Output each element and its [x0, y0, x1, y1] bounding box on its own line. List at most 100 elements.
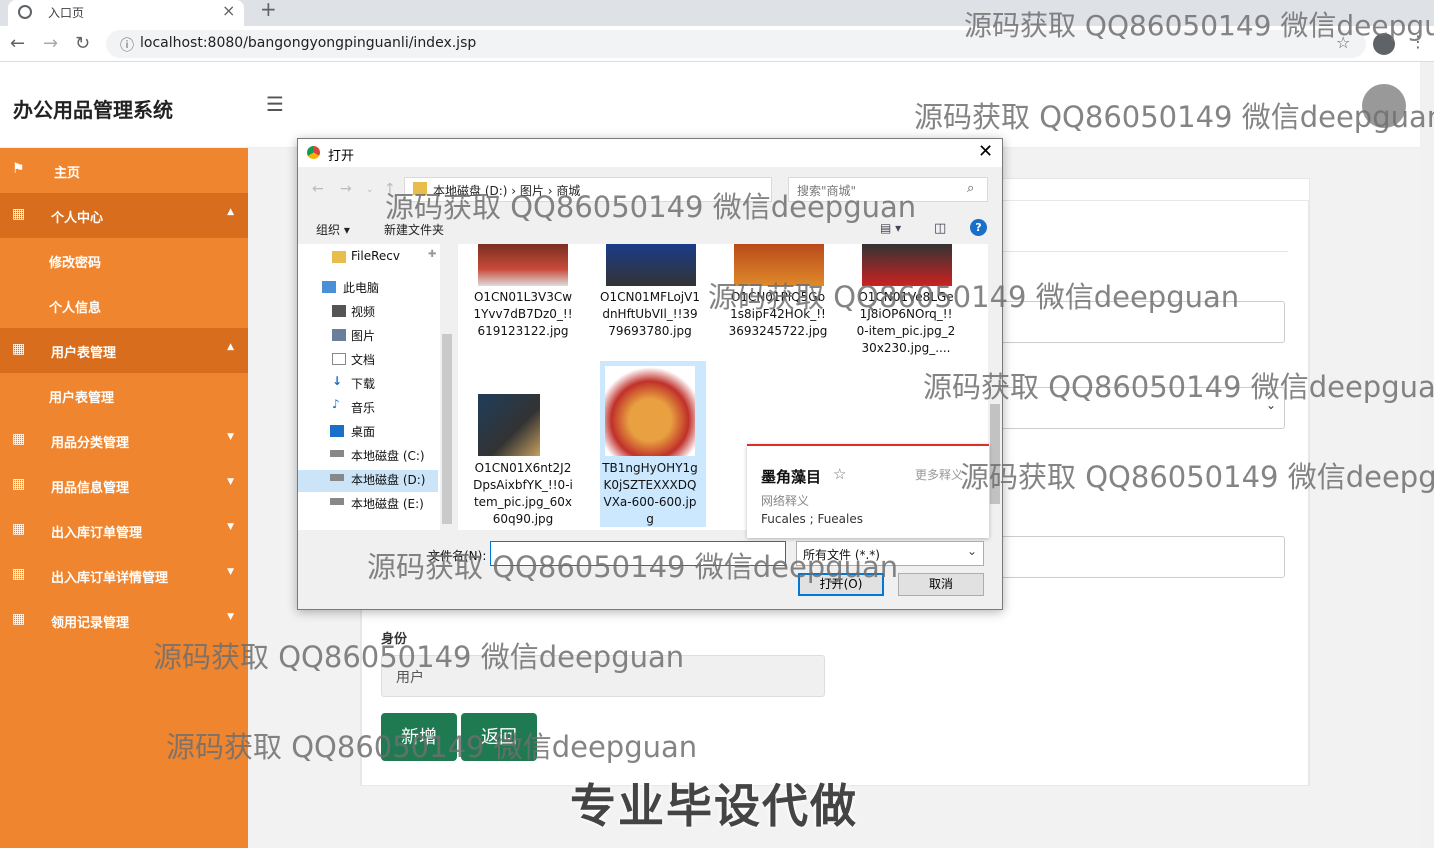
- watermark: 源码获取 QQ86050149 微信deepguan: [166, 730, 698, 764]
- navigation-pane: FileRecv ✚ 此电脑 视频 图片 文档 ↓ 下载 ♪ 音乐 桌面 本地磁…: [298, 244, 454, 530]
- sidebar-subitem-users[interactable]: 用户表管理: [49, 387, 114, 406]
- popup-word: 墨角藻目: [761, 468, 822, 486]
- divider: [982, 251, 1288, 252]
- computer-icon: [322, 281, 336, 293]
- close-icon[interactable]: ×: [222, 1, 235, 20]
- sidebar-item-goods[interactable]: ▦ 用品信息管理 ▼: [0, 463, 248, 508]
- pin-icon: ✚: [428, 249, 437, 260]
- text-field[interactable]: [982, 536, 1285, 578]
- pictures-icon: [332, 329, 346, 341]
- nav-item-this-pc[interactable]: 此电脑: [343, 279, 379, 296]
- watermark: 源码获取 QQ86050149 微信deepguan: [385, 190, 917, 224]
- sidebar-item-home[interactable]: ⚑ 主页: [0, 148, 248, 193]
- chevron-down-icon: ▼: [227, 612, 234, 622]
- chevron-down-icon: ▼: [227, 567, 234, 577]
- nav-item-drive-c[interactable]: 本地磁盘 (C:): [351, 447, 425, 464]
- back-arrow-icon[interactable]: ←: [312, 181, 324, 197]
- popup-type: 网络释义: [761, 494, 810, 508]
- music-icon: ♪: [332, 397, 340, 411]
- file-name[interactable]: O1CN01L3V3Cw1Yvv7dB7Dz0_!!619123122.jpg: [473, 289, 573, 340]
- nav-item-desktop[interactable]: 桌面: [351, 423, 375, 440]
- new-tab-button[interactable]: +: [260, 0, 277, 21]
- sidebar-item-label: 用品分类管理: [51, 436, 130, 451]
- globe-icon: [18, 5, 32, 19]
- nav-item-pictures[interactable]: 图片: [351, 327, 375, 344]
- grid-icon: ▦: [12, 206, 26, 222]
- grid-icon: ▦: [12, 431, 26, 447]
- sidebar-item-label: 出入库订单管理: [51, 526, 143, 541]
- promo-banner: 专业毕设代做: [570, 779, 858, 833]
- drive-icon: [330, 498, 344, 505]
- drive-icon: [330, 474, 344, 481]
- chevron-down-icon: ⌄: [967, 544, 978, 558]
- sidebar-item-category[interactable]: ▦ 用品分类管理 ▼: [0, 418, 248, 463]
- chevron-down-icon: ▼: [227, 522, 234, 532]
- file-thumbnail[interactable]: [605, 366, 695, 456]
- chrome-icon: [307, 146, 320, 159]
- sidebar-subitem-profile[interactable]: 个人信息: [49, 297, 101, 316]
- organize-button[interactable]: 组织 ▾: [316, 221, 350, 238]
- sidebar-item-label: 个人中心: [51, 211, 104, 226]
- watermark: 源码获取 QQ86050149 微信deepguan: [964, 9, 1434, 42]
- browser-tab[interactable]: 入口页 ×: [8, 0, 244, 26]
- grid-icon: ▦: [12, 611, 26, 627]
- nav-item-music[interactable]: 音乐: [351, 399, 375, 416]
- sidebar-item-label: 用户表管理: [51, 346, 117, 361]
- help-icon[interactable]: ?: [970, 219, 987, 236]
- nav-item-drive-e[interactable]: 本地磁盘 (E:): [351, 495, 424, 512]
- sidebar-item-personal[interactable]: ▦ 个人中心 ▲: [0, 193, 248, 238]
- translation-popup: 墨角藻目 ☆ 更多释义 网络释义 Fucales ; Fueales: [747, 444, 989, 538]
- file-name[interactable]: TB1ngHyOHY1gK0jSZTEXXXDQVXa-600-600.jpg: [600, 460, 700, 528]
- dialog-titlebar: 打开 ✕: [298, 139, 1002, 167]
- watermark: 源码获取 QQ86050149 微信deepguan: [708, 280, 1240, 314]
- nav-item-videos[interactable]: 视频: [351, 303, 375, 320]
- nav-item-downloads[interactable]: 下载: [351, 375, 375, 392]
- sidebar-subitem-password[interactable]: 修改密码: [49, 252, 101, 271]
- desktop-icon: [330, 425, 344, 437]
- grid-icon: ▦: [12, 341, 26, 357]
- nav-scrollbar-thumb[interactable]: [442, 334, 452, 524]
- watermark: 源码获取 QQ86050149 微信deepguan: [367, 550, 899, 584]
- forward-arrow-icon[interactable]: →: [340, 181, 352, 197]
- search-icon: ⌕: [967, 181, 975, 196]
- app-title: 办公用品管理系统: [13, 98, 173, 122]
- flag-icon: ⚑: [12, 161, 25, 177]
- chevron-down-icon: ▼: [227, 432, 234, 442]
- close-icon[interactable]: ✕: [978, 141, 993, 162]
- chevron-up-icon: ▲: [227, 207, 234, 217]
- chevron-down-icon[interactable]: ⌄: [366, 185, 374, 195]
- file-name[interactable]: O1CN01MFLojV1dnHftUbVIl_!!3979693780.jpg: [600, 289, 700, 340]
- file-thumbnail[interactable]: [606, 244, 696, 286]
- watermark: 源码获取 QQ86050149 微信deepguan: [960, 460, 1434, 494]
- back-icon[interactable]: ←: [10, 33, 25, 54]
- hamburger-icon[interactable]: ☰: [266, 92, 284, 116]
- reload-icon[interactable]: ↻: [75, 33, 90, 54]
- grid-icon: ▦: [12, 566, 26, 582]
- file-thumbnail[interactable]: [478, 244, 568, 286]
- grid-icon: ▦: [12, 521, 26, 537]
- file-thumbnail[interactable]: [478, 394, 540, 456]
- grid-icon: ▦: [12, 476, 26, 492]
- popup-definition: Fucales ; Fueales: [761, 512, 863, 526]
- nav-item-filerecv[interactable]: FileRecv: [351, 249, 400, 263]
- sidebar-item-order-details[interactable]: ▦ 出入库订单详情管理 ▼: [0, 553, 248, 598]
- sidebar-item-users[interactable]: ▦ 用户表管理 ▲: [0, 328, 248, 373]
- sidebar-item-label: 用品信息管理: [51, 481, 130, 496]
- watermark: 源码获取 QQ86050149 微信deepguan: [153, 640, 685, 674]
- more-definitions-link[interactable]: 更多释义: [915, 466, 963, 483]
- url-text: localhost:8080/bangongyongpinguanli/inde…: [140, 35, 477, 51]
- info-icon[interactable]: ⓘ: [120, 35, 134, 55]
- star-icon[interactable]: ☆: [833, 465, 846, 483]
- drive-icon: [330, 450, 344, 457]
- chevron-up-icon: ▲: [227, 342, 234, 352]
- sidebar-item-orders[interactable]: ▦ 出入库订单管理 ▼: [0, 508, 248, 553]
- nav-item-documents[interactable]: 文档: [351, 351, 375, 368]
- cancel-button[interactable]: 取消: [898, 573, 984, 596]
- document-icon: [332, 353, 346, 365]
- preview-pane-icon[interactable]: ◫: [934, 221, 946, 236]
- sidebar-item-label: 主页: [54, 166, 81, 181]
- forward-icon[interactable]: →: [43, 33, 58, 54]
- file-name[interactable]: O1CN01X6nt2J2DpsAixbfYK_!!0-item_pic.jpg…: [473, 460, 573, 528]
- nav-item-drive-d[interactable]: 本地磁盘 (D:): [351, 471, 425, 488]
- video-icon: [332, 305, 346, 317]
